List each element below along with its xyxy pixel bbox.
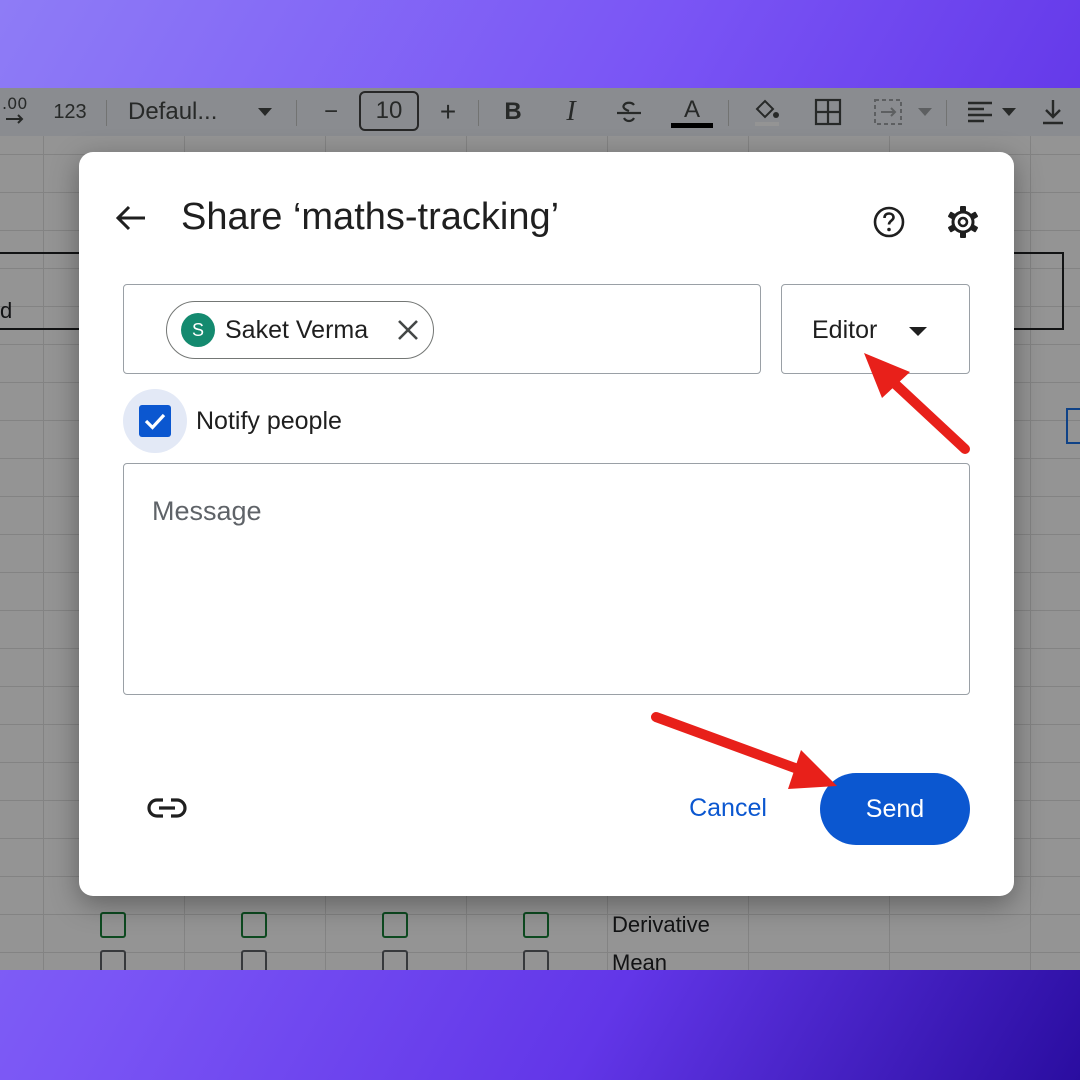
chevron-down-icon	[909, 327, 927, 336]
close-icon	[398, 320, 418, 340]
recipient-chip[interactable]: S Saket Verma	[166, 301, 434, 359]
link-icon	[147, 798, 187, 818]
dialog-title: Share ‘maths-tracking’	[181, 196, 560, 238]
help-icon	[873, 206, 905, 238]
cancel-button[interactable]: Cancel	[665, 780, 791, 836]
send-button[interactable]: Send	[820, 773, 970, 845]
back-button[interactable]	[111, 198, 151, 238]
share-dialog: Share ‘maths-tracking’ S Saket Verma Edi…	[79, 152, 1014, 896]
role-label: Editor	[812, 316, 878, 344]
recipient-name: Saket Verma	[225, 315, 369, 344]
checkbox-checked[interactable]	[139, 405, 171, 437]
avatar: S	[181, 313, 215, 347]
add-people-field[interactable]: S Saket Verma	[123, 284, 761, 374]
help-button[interactable]	[869, 202, 909, 242]
message-field[interactable]	[123, 463, 970, 695]
message-input[interactable]	[124, 464, 969, 694]
gear-icon	[948, 206, 978, 238]
notify-people-label: Notify people	[196, 407, 342, 435]
arrow-back-icon	[115, 205, 145, 231]
checkmark-icon	[144, 413, 166, 430]
settings-button[interactable]	[943, 202, 983, 242]
remove-recipient-button[interactable]	[395, 317, 421, 343]
notify-checkbox[interactable]	[123, 389, 187, 453]
role-dropdown[interactable]: Editor	[781, 284, 970, 374]
copy-link-button[interactable]	[143, 788, 191, 828]
